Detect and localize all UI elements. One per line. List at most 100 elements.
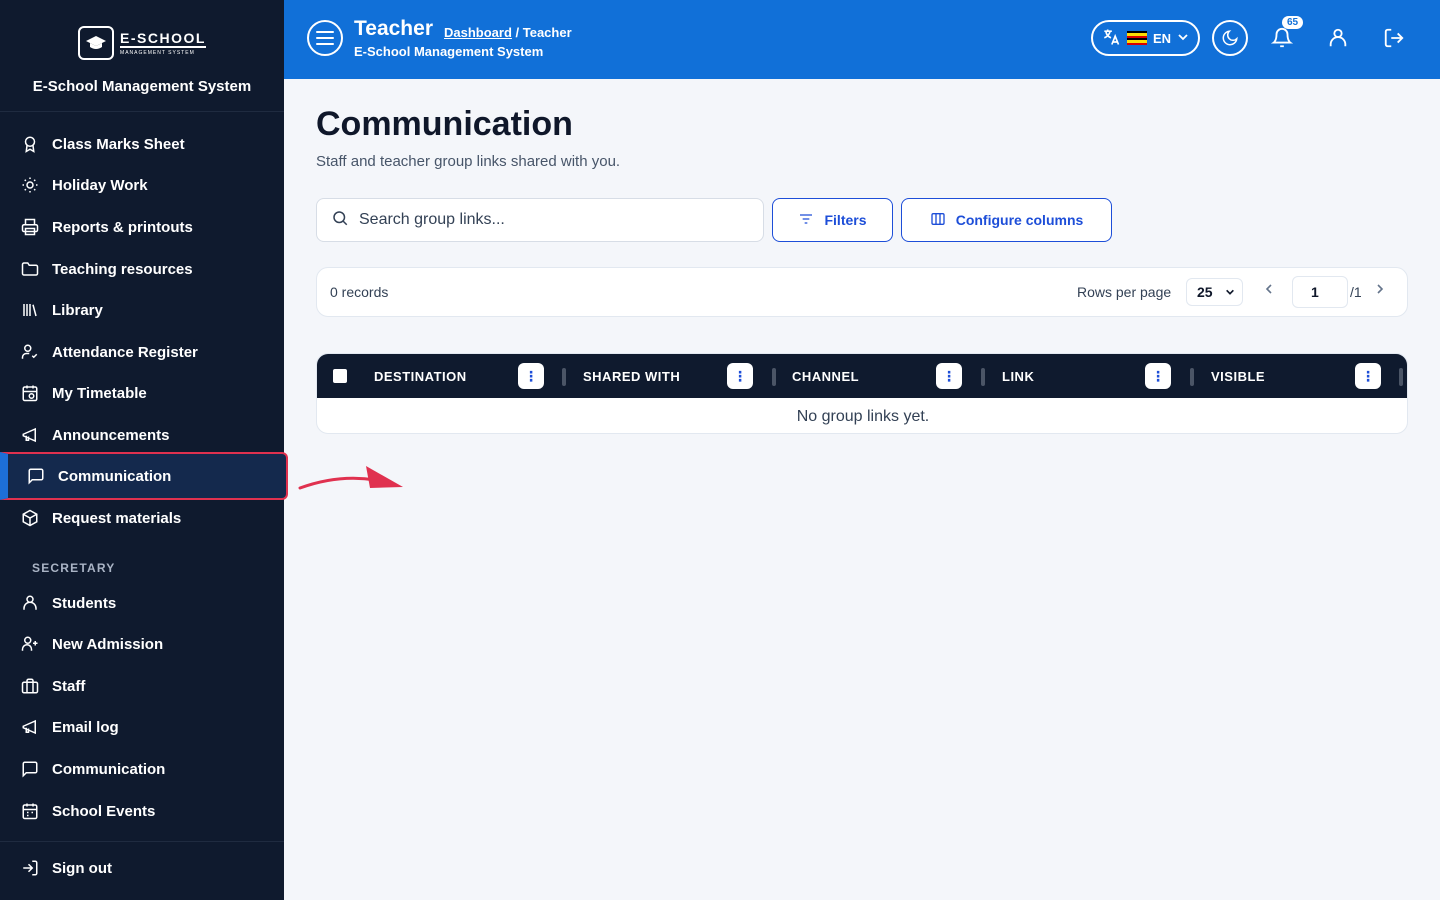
search-input[interactable]: [359, 211, 739, 229]
sidebar-item-label: My Timetable: [52, 384, 147, 402]
chevron-down-icon: [1177, 31, 1189, 46]
sidebar-item-label: Library: [52, 301, 103, 319]
column-header-destination[interactable]: DESTINATION: [374, 354, 467, 398]
column-menu-button[interactable]: ⋮: [936, 363, 962, 389]
page-number-input[interactable]: 1: [1292, 276, 1348, 308]
annotation-arrow-icon: [298, 466, 403, 490]
rows-per-page-select[interactable]: 25: [1186, 278, 1243, 306]
sidebar-item-label: Class Marks Sheet: [52, 135, 185, 153]
sidebar-item-teaching-resources[interactable]: Teaching resources: [0, 249, 284, 289]
sidebar-item-reports[interactable]: Reports & printouts: [0, 207, 284, 247]
dark-mode-toggle[interactable]: [1212, 20, 1248, 56]
sidebar-item-label: New Admission: [52, 635, 164, 653]
printer-icon: [20, 217, 40, 237]
user-check-icon: [20, 342, 40, 362]
page-total: /1: [1350, 284, 1362, 300]
column-header-link[interactable]: LINK: [1002, 354, 1034, 398]
graduation-cap-icon: [78, 26, 115, 60]
breadcrumb: Dashboard / Teacher: [444, 25, 572, 40]
sidebar-item-library[interactable]: Library: [0, 290, 284, 330]
calendar-clock-icon: [20, 383, 40, 403]
menu-toggle-button[interactable]: [307, 20, 343, 56]
column-menu-button[interactable]: ⋮: [1355, 363, 1381, 389]
logo-sub-text: MANAGEMENT SYSTEM: [120, 50, 195, 56]
sidebar-item-new-admission[interactable]: New Admission: [0, 624, 284, 664]
user-icon: [20, 593, 40, 613]
logout-button[interactable]: [1380, 24, 1408, 52]
sidebar-item-school-events[interactable]: School Events: [0, 791, 284, 831]
sidebar-item-label: Communication: [58, 467, 172, 485]
user-plus-icon: [20, 634, 40, 654]
profile-button[interactable]: [1324, 24, 1352, 52]
page-description: Staff and teacher group links shared wit…: [316, 153, 621, 170]
sign-out-button[interactable]: Sign out: [0, 848, 284, 888]
megaphone-icon: [20, 425, 40, 445]
sign-out-label: Sign out: [52, 859, 112, 877]
bell-icon: [1271, 28, 1293, 48]
column-resize-handle[interactable]: [772, 368, 776, 386]
sidebar-item-announcements[interactable]: Announcements: [0, 415, 284, 455]
column-resize-handle[interactable]: [1399, 368, 1403, 386]
sidebar-item-label: Teaching resources: [52, 260, 193, 278]
package-icon: [20, 508, 40, 528]
topbar-title: Teacher: [354, 17, 433, 40]
group-links-table: DESTINATION ⋮ SHARED WITH ⋮ CHANNEL ⋮ LI…: [316, 353, 1408, 434]
sidebar-item-label: Holiday Work: [52, 176, 148, 194]
columns-icon: [930, 211, 946, 230]
logo-main-text: E-SCHOOL: [120, 30, 206, 48]
message-square-icon: [20, 759, 40, 779]
column-header-channel[interactable]: CHANNEL: [792, 354, 859, 398]
filters-label: Filters: [824, 212, 867, 228]
sidebar-item-my-timetable[interactable]: My Timetable: [0, 373, 284, 413]
column-menu-button[interactable]: ⋮: [727, 363, 753, 389]
sidebar-item-communication-active[interactable]: Communication: [0, 452, 288, 500]
sidebar-item-label: Reports & printouts: [52, 218, 193, 236]
brand: E-SCHOOL MANAGEMENT SYSTEM E-School Mana…: [0, 0, 284, 112]
sidebar-item-class-marks-sheet[interactable]: Class Marks Sheet: [0, 124, 284, 164]
sidebar-item-label: Staff: [52, 677, 86, 695]
column-menu-button[interactable]: ⋮: [518, 363, 544, 389]
sidebar-item-label: Communication: [52, 760, 166, 778]
breadcrumb-dashboard-link[interactable]: Dashboard: [444, 25, 512, 40]
sidebar-item-holiday-work[interactable]: Holiday Work: [0, 165, 284, 205]
log-out-icon: [1384, 28, 1404, 48]
previous-page-button[interactable]: [1264, 282, 1274, 298]
table-toolbar: 0 records Rows per page 25 1 /1: [316, 267, 1408, 317]
language-selector[interactable]: EN: [1091, 20, 1200, 56]
column-resize-handle[interactable]: [562, 368, 566, 386]
briefcase-icon: [20, 676, 40, 696]
sidebar-item-attendance-register[interactable]: Attendance Register: [0, 332, 284, 372]
notifications-button[interactable]: 65: [1268, 16, 1304, 52]
sidebar-item-label: School Events: [52, 802, 156, 820]
column-menu-button[interactable]: ⋮: [1145, 363, 1171, 389]
sidebar-item-communication[interactable]: Communication: [0, 749, 284, 789]
search-box[interactable]: [316, 198, 764, 242]
sidebar-item-label: Students: [52, 594, 117, 612]
column-resize-handle[interactable]: [1190, 368, 1194, 386]
award-icon: [20, 134, 40, 154]
sidebar-item-staff[interactable]: Staff: [0, 666, 284, 706]
translate-icon: [1101, 27, 1121, 50]
language-label: EN: [1153, 30, 1172, 46]
sidebar: E-SCHOOL MANAGEMENT SYSTEM E-School Mana…: [0, 0, 288, 900]
select-all-checkbox[interactable]: [333, 369, 347, 383]
column-header-shared-with[interactable]: SHARED WITH: [583, 354, 680, 398]
column-resize-handle[interactable]: [981, 368, 985, 386]
sidebar-item-students[interactable]: Students: [0, 583, 284, 623]
sidebar-item-email-log[interactable]: Email log: [0, 707, 284, 747]
chevron-left-icon: [1265, 284, 1272, 294]
next-page-button[interactable]: [1375, 282, 1385, 298]
filter-icon: [798, 211, 814, 230]
configure-columns-button[interactable]: Configure columns: [901, 198, 1112, 242]
breadcrumb-current: / Teacher: [511, 25, 572, 40]
sun-icon: [20, 175, 40, 195]
chevron-down-icon: [1225, 284, 1235, 300]
filters-button[interactable]: Filters: [772, 198, 893, 242]
calendar-icon: [20, 801, 40, 821]
topbar: Teacher Dashboard / Teacher E-School Man…: [284, 0, 1440, 79]
rows-per-page-label: Rows per page: [1077, 284, 1172, 300]
sidebar-item-request-materials[interactable]: Request materials: [0, 498, 284, 538]
column-header-visible[interactable]: VISIBLE: [1211, 354, 1265, 398]
log-in-icon: [20, 858, 40, 878]
sidebar-item-label: Request materials: [52, 509, 182, 527]
